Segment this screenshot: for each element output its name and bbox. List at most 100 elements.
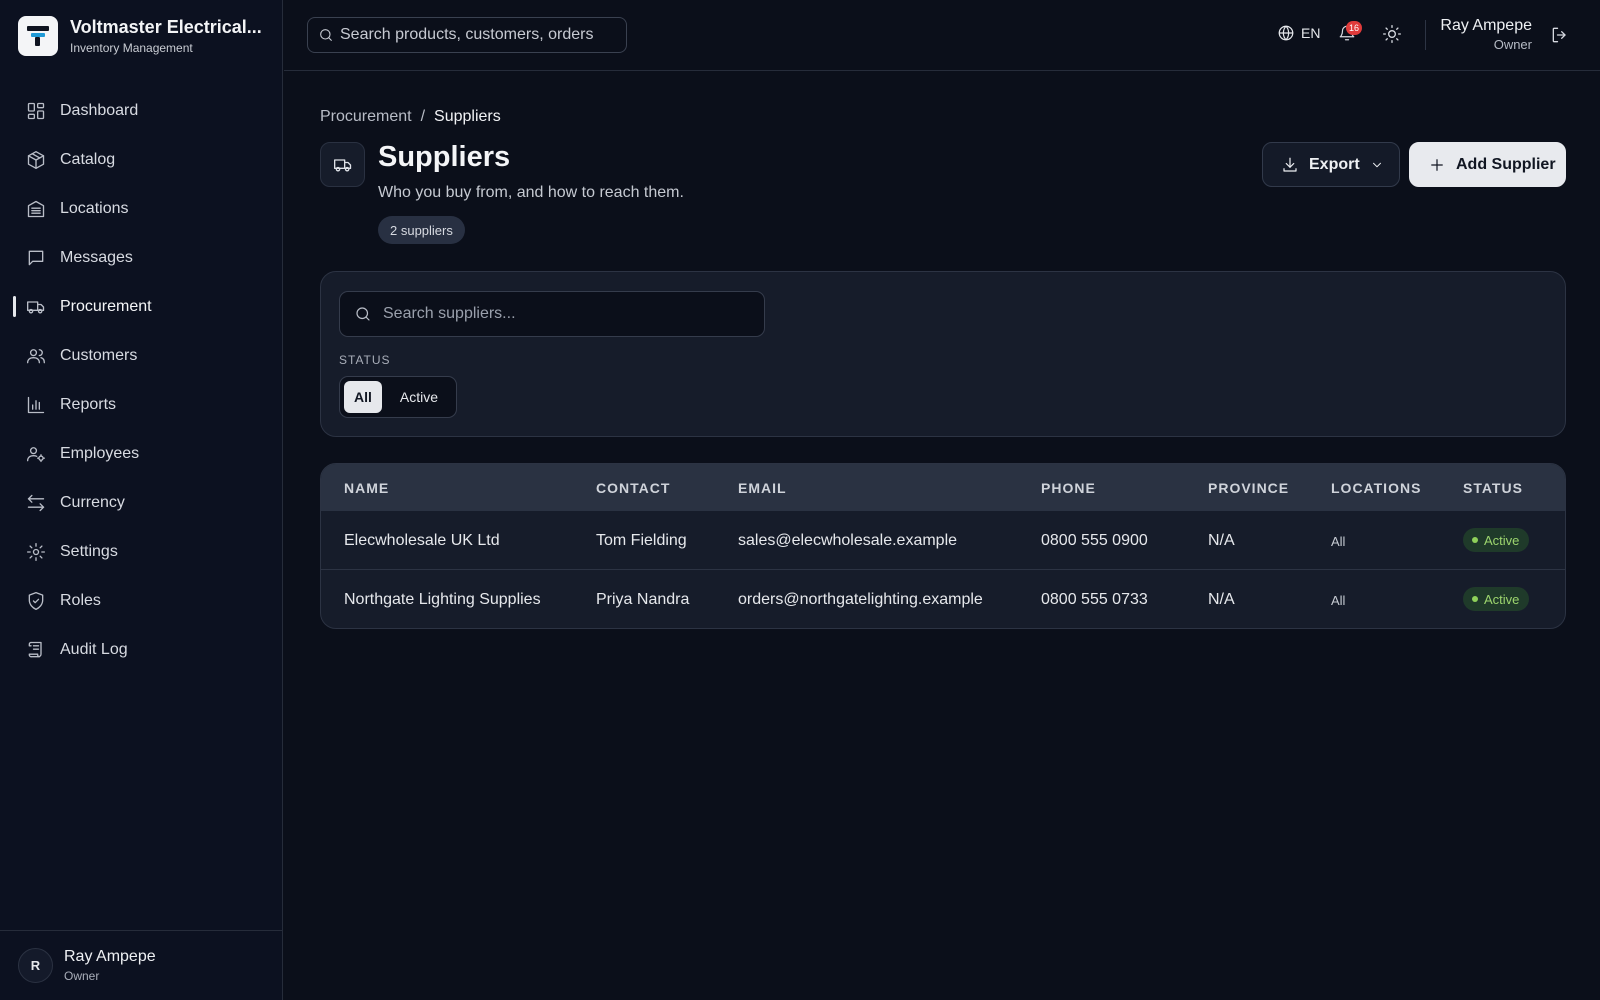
sidebar-user[interactable]: R Ray Ampepe Owner [0,930,283,1000]
status-filter-active[interactable]: Active [386,381,452,413]
sidebar-item-roles[interactable]: Roles [0,576,283,625]
message-icon [26,248,46,268]
sidebar-item-settings[interactable]: Settings [0,527,283,576]
truck-icon [320,142,365,187]
column-header-email[interactable]: EMAIL [738,480,787,496]
chevron-down-icon [1370,158,1384,172]
notification-badge: 16 [1346,21,1363,35]
sidebar-item-procurement[interactable]: Procurement [0,282,283,331]
column-header-phone[interactable]: PHONE [1041,480,1096,496]
sidebar-item-label: Employees [60,444,140,462]
supplier-count-badge: 2 suppliers [378,216,465,244]
sidebar-item-label: Reports [60,395,117,413]
supplier-search-input[interactable] [383,305,743,323]
sidebar-item-customers[interactable]: Customers [0,331,283,380]
global-search-input[interactable] [340,26,610,44]
breadcrumb: Procurement / Suppliers [320,108,501,126]
sidebar-nav: Dashboard Catalog Locations Messages Pro… [0,86,283,674]
add-supplier-button[interactable]: Add Supplier [1409,142,1566,187]
status-filter-all[interactable]: All [344,381,382,413]
brand-subtitle: Inventory Management [70,41,193,55]
sidebar-item-label: Procurement [60,297,152,315]
sidebar-user-name: Ray Ampepe [64,948,156,965]
sidebar-item-audit-log[interactable]: Audit Log [0,625,283,674]
sidebar-item-messages[interactable]: Messages [0,233,283,282]
sidebar-item-label: Messages [60,248,133,266]
notifications-button[interactable]: 16 [1338,21,1363,42]
sidebar: Voltmaster Electrical... Inventory Manag… [0,0,283,1000]
topbar-user-name: Ray Ampepe [1440,17,1532,34]
supplier-phone: 0800 555 0900 [1041,532,1148,549]
supplier-province: N/A [1208,532,1235,549]
user-cog-icon [26,444,46,464]
language-switcher[interactable]: EN [1277,24,1320,42]
truck-icon [26,297,46,317]
chart-icon [26,395,46,415]
gear-icon [26,542,46,562]
sidebar-item-employees[interactable]: Employees [0,429,283,478]
sidebar-item-locations[interactable]: Locations [0,184,283,233]
download-icon [1281,156,1299,174]
breadcrumb-current: Suppliers [434,108,501,125]
suppliers-table: NAME CONTACT EMAIL PHONE PROVINCE LOCATI… [320,463,1566,629]
sidebar-item-label: Audit Log [60,640,128,658]
add-supplier-label: Add Supplier [1456,155,1556,173]
sidebar-item-label: Dashboard [60,101,139,119]
status-badge: Active [1463,528,1530,552]
status-dot-icon [1472,537,1478,543]
supplier-search[interactable] [339,291,765,337]
global-search[interactable] [307,17,627,53]
supplier-phone: 0800 555 0733 [1041,591,1148,608]
export-label: Export [1309,155,1360,173]
sidebar-item-label: Roles [60,591,101,609]
column-header-name[interactable]: NAME [344,480,389,496]
column-header-locations[interactable]: LOCATIONS [1331,480,1421,496]
sidebar-item-label: Catalog [60,150,116,168]
brand[interactable]: Voltmaster Electrical... Inventory Manag… [18,16,262,56]
brand-name: Voltmaster Electrical... [70,17,262,37]
sidebar-item-reports[interactable]: Reports [0,380,283,429]
status-filter: All Active [339,376,458,418]
page-title: Suppliers [378,141,511,173]
supplier-contact: Tom Fielding [596,532,687,549]
column-header-province[interactable]: PROVINCE [1208,480,1289,496]
sidebar-user-role: Owner [64,969,100,983]
status-filter-label: STATUS [339,353,391,367]
topbar: EN 16 Ray Ampepe Owner [284,0,1600,71]
export-button[interactable]: Export [1262,142,1400,187]
supplier-name: Northgate Lighting Supplies [344,591,541,608]
supplier-name: Elecwholesale UK Ltd [344,532,500,549]
column-header-contact[interactable]: CONTACT [596,480,670,496]
breadcrumb-parent[interactable]: Procurement [320,108,412,126]
globe-icon [1277,24,1295,42]
topbar-divider [1425,20,1426,50]
status-text: Active [1484,591,1520,607]
building-icon [26,199,46,219]
sidebar-item-dashboard[interactable]: Dashboard [0,86,283,135]
column-header-status[interactable]: STATUS [1463,480,1523,496]
filter-panel: STATUS All Active [320,271,1566,437]
status-text: Active [1484,532,1520,548]
table-row[interactable]: Elecwholesale UK Ltd Tom Fielding sales@… [321,511,1565,570]
sidebar-item-catalog[interactable]: Catalog [0,135,283,184]
box-icon [26,150,46,170]
shield-icon [26,591,46,611]
plus-icon [1428,156,1446,174]
search-icon [354,305,372,323]
sun-icon [1382,24,1402,44]
sidebar-item-label: Settings [60,542,118,560]
search-icon [318,27,334,43]
theme-toggle[interactable] [1382,24,1402,44]
page-subtitle: Who you buy from, and how to reach them. [378,184,684,201]
supplier-email: sales@elecwholesale.example [738,532,958,549]
dashboard-icon [26,101,46,121]
language-label: EN [1301,25,1321,41]
topbar-user[interactable]: Ray Ampepe Owner [1440,17,1532,52]
brand-logo-icon [18,16,58,56]
logout-button[interactable] [1550,25,1570,45]
sidebar-item-currency[interactable]: Currency [0,478,283,527]
table-header: NAME CONTACT EMAIL PHONE PROVINCE LOCATI… [321,464,1565,511]
topbar-user-role: Owner [1493,37,1532,52]
breadcrumb-separator: / [420,108,426,125]
table-row[interactable]: Northgate Lighting Supplies Priya Nandra… [321,570,1565,628]
